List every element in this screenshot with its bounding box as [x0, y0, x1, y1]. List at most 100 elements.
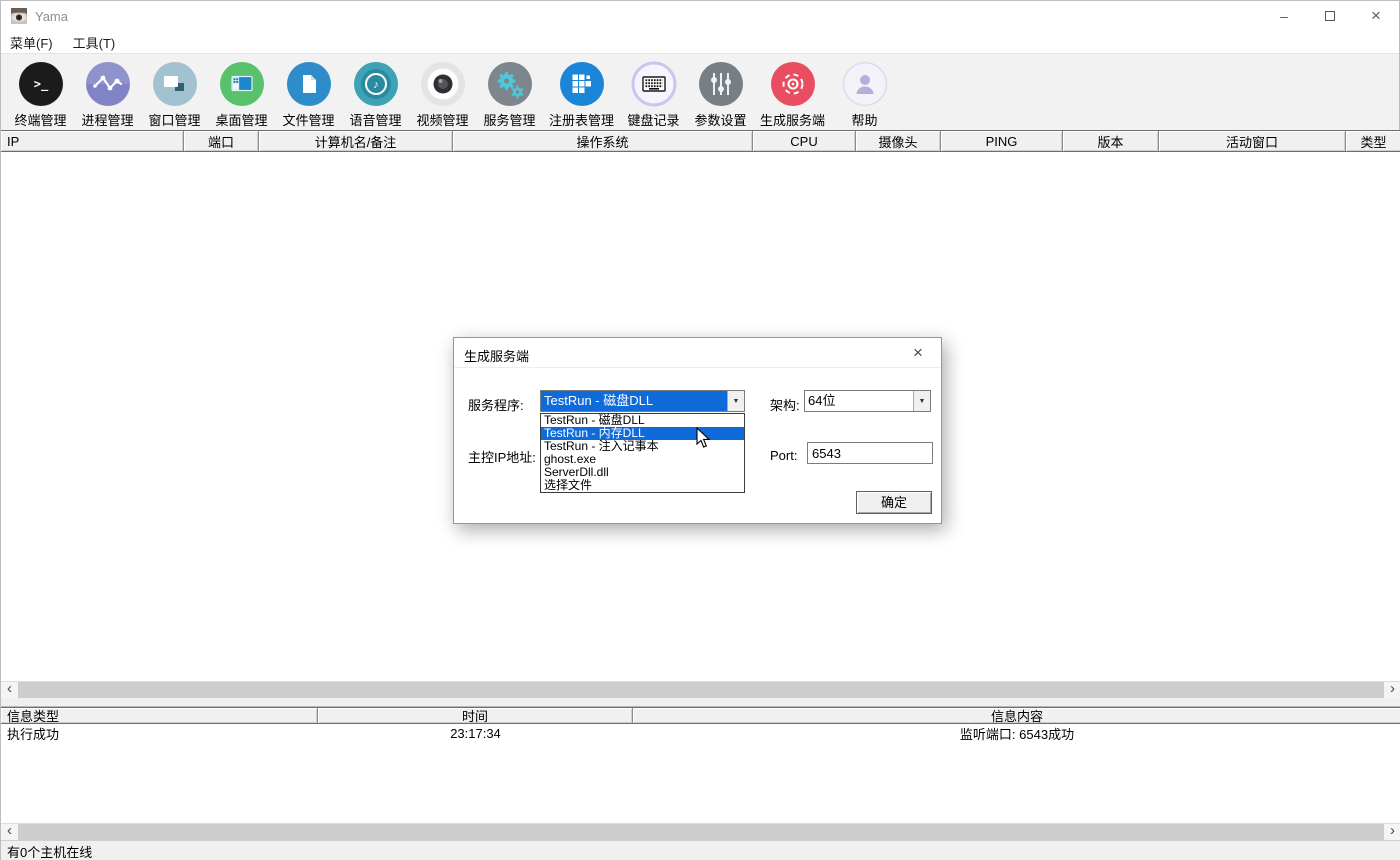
info-type-cell: 执行成功	[1, 724, 318, 743]
toolbar-label: 进程管理	[81, 110, 133, 129]
services-icon	[487, 61, 533, 107]
panel-splitter[interactable]	[1, 698, 1400, 707]
arch-dropdown-button[interactable]: ▼	[913, 391, 930, 411]
dropdown-item[interactable]: 选择文件	[541, 479, 744, 492]
toolbar-button-file[interactable]: 文件管理	[281, 61, 336, 130]
host-table-header: IP 端口 计算机名/备注 操作系统 CPU 摄像头 PING 版本 活动窗口 …	[1, 130, 1400, 152]
menubar: 菜单(F) 工具(T)	[1, 31, 1399, 54]
desktop-icon	[219, 61, 265, 107]
toolbar-button-window-mgmt[interactable]: 窗口管理	[147, 61, 202, 130]
settings-icon	[698, 61, 744, 107]
file-icon	[286, 61, 332, 107]
info-list-area: 执行成功 23:17:34 监听端口: 6543成功	[1, 724, 1400, 823]
column-header-active-window[interactable]: 活动窗口	[1159, 131, 1346, 151]
toolbar-button-settings[interactable]: 参数设置	[693, 61, 748, 130]
info-time-cell: 23:17:34	[318, 726, 633, 741]
service-program-value: TestRun - 磁盘DLL	[541, 391, 727, 411]
dialog-titlebar: 生成服务端 ×	[454, 338, 941, 368]
column-header-cpu[interactable]: CPU	[753, 131, 856, 151]
maximize-icon	[1325, 11, 1335, 21]
arch-combobox[interactable]: 64位 ▼	[804, 390, 931, 412]
toolbar-label: 注册表管理	[549, 110, 614, 129]
host-list-hscrollbar: ‹ ›	[1, 681, 1400, 698]
toolbar-label: 视频管理	[416, 110, 468, 129]
toolbar-button-registry[interactable]: 注册表管理	[549, 61, 614, 130]
close-icon: ×	[1371, 6, 1381, 26]
column-header-port[interactable]: 端口	[184, 131, 259, 151]
toolbar-label: 服务管理	[483, 110, 535, 129]
column-header-computer-name[interactable]: 计算机名/备注	[259, 131, 453, 151]
toolbar-button-terminal[interactable]: >_ 终端管理	[13, 61, 68, 130]
column-header-ip[interactable]: IP	[1, 131, 184, 151]
toolbar-label: 键盘记录	[628, 110, 680, 129]
toolbar-button-keylogger[interactable]: 键盘记录	[626, 61, 681, 130]
app-icon	[11, 8, 27, 24]
toolbar-label: 生成服务端	[760, 110, 825, 129]
service-program-combobox[interactable]: TestRun - 磁盘DLL ▼	[540, 390, 745, 412]
statusbar: 有0个主机在线	[1, 840, 1400, 860]
toolbar-label: 语音管理	[349, 110, 401, 129]
close-button[interactable]: ×	[1353, 1, 1399, 31]
column-header-info-content[interactable]: 信息内容	[633, 708, 1400, 723]
toolbar-button-desktop[interactable]: 桌面管理	[214, 61, 269, 130]
menu-item-tools[interactable]: 工具(T)	[63, 31, 126, 53]
column-header-camera[interactable]: 摄像头	[856, 131, 941, 151]
svg-text:♪: ♪	[373, 79, 379, 91]
column-header-type[interactable]: 类型	[1346, 131, 1400, 151]
service-program-label: 服务程序:	[468, 395, 524, 414]
svg-text:>_: >_	[33, 77, 48, 92]
dropdown-item[interactable]: TestRun - 磁盘DLL	[541, 414, 744, 427]
scroll-right-icon: ›	[1390, 680, 1395, 697]
registry-icon	[559, 61, 605, 107]
master-ip-label: 主控IP地址:	[468, 447, 536, 466]
toolbar-button-help[interactable]: 帮助	[837, 61, 892, 130]
toolbar-label: 帮助	[852, 110, 878, 129]
toolbar-button-build-server[interactable]: 生成服务端	[760, 61, 825, 130]
scroll-right-button[interactable]: ›	[1384, 682, 1400, 698]
minimize-button[interactable]: –	[1261, 1, 1307, 31]
toolbar-label: 桌面管理	[215, 110, 267, 129]
minimize-icon: –	[1280, 8, 1288, 24]
service-dropdown-button[interactable]: ▼	[727, 391, 744, 411]
dialog-close-button[interactable]: ×	[903, 341, 933, 365]
keylogger-icon	[631, 61, 677, 107]
port-input[interactable]	[807, 442, 933, 464]
dropdown-item[interactable]: ghost.exe	[541, 453, 744, 466]
app-window: Yama – × 菜单(F) 工具(T) >_ 终端管理	[0, 0, 1400, 860]
column-header-time[interactable]: 时间	[318, 708, 633, 723]
scroll-right-button[interactable]: ›	[1384, 824, 1400, 840]
build-server-icon	[770, 61, 816, 107]
toolbar-button-process[interactable]: 进程管理	[80, 61, 135, 130]
toolbar-label: 文件管理	[282, 110, 334, 129]
info-row[interactable]: 执行成功 23:17:34 监听端口: 6543成功	[1, 724, 1400, 742]
menu-item-menu[interactable]: 菜单(F)	[1, 31, 63, 53]
dropdown-item[interactable]: TestRun - 注入记事本	[541, 440, 744, 453]
horizontal-scrollbar-thumb[interactable]	[18, 824, 1384, 840]
ok-button[interactable]: 确定	[856, 491, 932, 514]
window-mgmt-icon	[152, 61, 198, 107]
column-header-version[interactable]: 版本	[1063, 131, 1159, 151]
dropdown-item[interactable]: ServerDll.dll	[541, 466, 744, 479]
horizontal-scrollbar-thumb[interactable]	[18, 682, 1384, 698]
info-table-header: 信息类型 时间 信息内容	[1, 707, 1400, 724]
toolbar-button-video[interactable]: 视频管理	[415, 61, 470, 130]
chevron-down-icon: ▼	[733, 398, 740, 405]
toolbar-button-services[interactable]: 服务管理	[482, 61, 537, 130]
scroll-left-button[interactable]: ‹	[1, 682, 18, 698]
toolbar-button-audio[interactable]: ♪ 语音管理	[348, 61, 403, 130]
dropdown-item-selected[interactable]: TestRun - 内存DLL	[541, 427, 744, 440]
toolbar-label: 窗口管理	[148, 110, 200, 129]
scroll-left-icon: ‹	[7, 822, 12, 839]
arch-value: 64位	[805, 391, 913, 411]
toolbar-label: 参数设置	[695, 110, 747, 129]
info-list-hscrollbar: ‹ ›	[1, 823, 1400, 840]
window-title: Yama	[35, 9, 68, 24]
column-header-os[interactable]: 操作系统	[453, 131, 753, 151]
column-header-info-type[interactable]: 信息类型	[1, 708, 318, 723]
titlebar: Yama – ×	[1, 1, 1399, 31]
close-icon: ×	[913, 343, 923, 362]
toolbar: >_ 终端管理 进程管理 窗口管理	[1, 54, 1399, 130]
maximize-button[interactable]	[1307, 1, 1353, 31]
column-header-ping[interactable]: PING	[941, 131, 1063, 151]
scroll-left-button[interactable]: ‹	[1, 824, 18, 840]
